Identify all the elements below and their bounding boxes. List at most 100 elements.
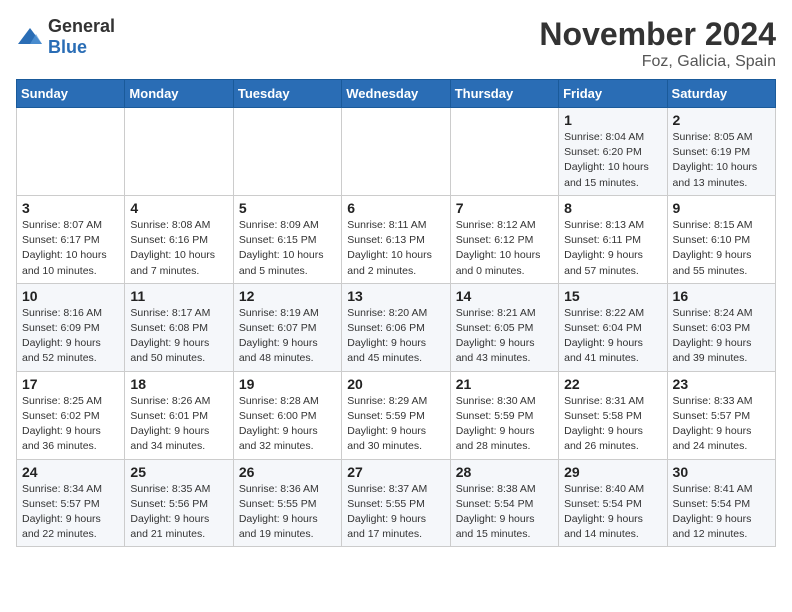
day-number: 13 bbox=[347, 288, 444, 304]
calendar-day-cell: 15 Sunrise: 8:22 AM Sunset: 6:04 PM Dayli… bbox=[559, 283, 667, 371]
day-info: Sunrise: 8:28 AM Sunset: 6:00 PM Dayligh… bbox=[239, 394, 336, 455]
calendar-day-cell: 27Sunrise: 8:37 AM Sunset: 5:55 PM Dayli… bbox=[342, 459, 450, 547]
day-number: 30 bbox=[673, 464, 770, 480]
day-number: 15 bbox=[564, 288, 661, 304]
day-info: Sunrise: 8:16 AM Sunset: 6:09 PM Dayligh… bbox=[22, 306, 119, 367]
calendar-table: SundayMondayTuesdayWednesdayThursdayFrid… bbox=[16, 79, 776, 547]
calendar-header-row: SundayMondayTuesdayWednesdayThursdayFrid… bbox=[17, 80, 776, 108]
day-number: 6 bbox=[347, 200, 444, 216]
calendar-day-cell: 9 Sunrise: 8:15 AM Sunset: 6:10 PM Daylig… bbox=[667, 195, 775, 283]
day-number: 12 bbox=[239, 288, 336, 304]
calendar-day-cell: 28Sunrise: 8:38 AM Sunset: 5:54 PM Dayli… bbox=[450, 459, 558, 547]
day-number: 25 bbox=[130, 464, 227, 480]
calendar-day-cell: 22 Sunrise: 8:31 AM Sunset: 5:58 PM Dayli… bbox=[559, 371, 667, 459]
calendar-day-cell: 12 Sunrise: 8:19 AM Sunset: 6:07 PM Dayli… bbox=[233, 283, 341, 371]
day-number: 10 bbox=[22, 288, 119, 304]
calendar-day-cell: 7Sunrise: 8:12 AM Sunset: 6:12 PM Daylig… bbox=[450, 195, 558, 283]
calendar-day-cell: 19 Sunrise: 8:28 AM Sunset: 6:00 PM Dayli… bbox=[233, 371, 341, 459]
calendar-day-cell: 13 Sunrise: 8:20 AM Sunset: 6:06 PM Dayli… bbox=[342, 283, 450, 371]
calendar-day-cell bbox=[450, 108, 558, 196]
calendar-day-cell: 26 Sunrise: 8:36 AM Sunset: 5:55 PM Dayli… bbox=[233, 459, 341, 547]
calendar-week-row: 24 Sunrise: 8:34 AM Sunset: 5:57 PM Dayli… bbox=[17, 459, 776, 547]
calendar-day-cell: 11Sunrise: 8:17 AM Sunset: 6:08 PM Dayli… bbox=[125, 283, 233, 371]
page-header: General Blue November 2024 Foz, Galicia,… bbox=[16, 16, 776, 71]
day-number: 3 bbox=[22, 200, 119, 216]
page-title: November 2024 bbox=[539, 16, 776, 53]
day-header-friday: Friday bbox=[559, 80, 667, 108]
day-info: Sunrise: 8:24 AM Sunset: 6:03 PM Dayligh… bbox=[673, 306, 770, 367]
day-info: Sunrise: 8:41 AM Sunset: 5:54 PM Dayligh… bbox=[673, 482, 770, 543]
day-info: Sunrise: 8:20 AM Sunset: 6:06 PM Dayligh… bbox=[347, 306, 444, 367]
calendar-day-cell bbox=[342, 108, 450, 196]
calendar-day-cell: 8 Sunrise: 8:13 AM Sunset: 6:11 PM Daylig… bbox=[559, 195, 667, 283]
calendar-day-cell: 23 Sunrise: 8:33 AM Sunset: 5:57 PM Dayli… bbox=[667, 371, 775, 459]
day-number: 29 bbox=[564, 464, 661, 480]
day-number: 14 bbox=[456, 288, 553, 304]
day-info: Sunrise: 8:12 AM Sunset: 6:12 PM Dayligh… bbox=[456, 218, 553, 279]
day-info: Sunrise: 8:13 AM Sunset: 6:11 PM Dayligh… bbox=[564, 218, 661, 279]
calendar-week-row: 3 Sunrise: 8:07 AM Sunset: 6:17 PM Daylig… bbox=[17, 195, 776, 283]
calendar-day-cell: 21 Sunrise: 8:30 AM Sunset: 5:59 PM Dayli… bbox=[450, 371, 558, 459]
day-header-sunday: Sunday bbox=[17, 80, 125, 108]
day-info: Sunrise: 8:19 AM Sunset: 6:07 PM Dayligh… bbox=[239, 306, 336, 367]
day-info: Sunrise: 8:11 AM Sunset: 6:13 PM Dayligh… bbox=[347, 218, 444, 279]
day-number: 9 bbox=[673, 200, 770, 216]
day-number: 1 bbox=[564, 112, 661, 128]
day-info: Sunrise: 8:35 AM Sunset: 5:56 PM Dayligh… bbox=[130, 482, 227, 543]
day-info: Sunrise: 8:04 AM Sunset: 6:20 PM Dayligh… bbox=[564, 130, 661, 191]
day-info: Sunrise: 8:05 AM Sunset: 6:19 PM Dayligh… bbox=[673, 130, 770, 191]
day-info: Sunrise: 8:33 AM Sunset: 5:57 PM Dayligh… bbox=[673, 394, 770, 455]
day-info: Sunrise: 8:21 AM Sunset: 6:05 PM Dayligh… bbox=[456, 306, 553, 367]
day-number: 26 bbox=[239, 464, 336, 480]
day-number: 20 bbox=[347, 376, 444, 392]
calendar-day-cell: 2 Sunrise: 8:05 AM Sunset: 6:19 PM Daylig… bbox=[667, 108, 775, 196]
day-info: Sunrise: 8:31 AM Sunset: 5:58 PM Dayligh… bbox=[564, 394, 661, 455]
day-info: Sunrise: 8:15 AM Sunset: 6:10 PM Dayligh… bbox=[673, 218, 770, 279]
day-info: Sunrise: 8:38 AM Sunset: 5:54 PM Dayligh… bbox=[456, 482, 553, 543]
day-info: Sunrise: 8:36 AM Sunset: 5:55 PM Dayligh… bbox=[239, 482, 336, 543]
day-number: 24 bbox=[22, 464, 119, 480]
calendar-day-cell bbox=[125, 108, 233, 196]
page-location: Foz, Galicia, Spain bbox=[539, 53, 776, 71]
day-header-wednesday: Wednesday bbox=[342, 80, 450, 108]
calendar-day-cell: 20 Sunrise: 8:29 AM Sunset: 5:59 PM Dayli… bbox=[342, 371, 450, 459]
day-number: 21 bbox=[456, 376, 553, 392]
day-number: 17 bbox=[22, 376, 119, 392]
calendar-day-cell: 6 Sunrise: 8:11 AM Sunset: 6:13 PM Daylig… bbox=[342, 195, 450, 283]
day-number: 19 bbox=[239, 376, 336, 392]
day-info: Sunrise: 8:40 AM Sunset: 5:54 PM Dayligh… bbox=[564, 482, 661, 543]
day-info: Sunrise: 8:26 AM Sunset: 6:01 PM Dayligh… bbox=[130, 394, 227, 455]
title-block: November 2024 Foz, Galicia, Spain bbox=[539, 16, 776, 71]
day-number: 22 bbox=[564, 376, 661, 392]
calendar-day-cell: 29 Sunrise: 8:40 AM Sunset: 5:54 PM Dayli… bbox=[559, 459, 667, 547]
calendar-week-row: 1 Sunrise: 8:04 AM Sunset: 6:20 PM Daylig… bbox=[17, 108, 776, 196]
calendar-day-cell: 30 Sunrise: 8:41 AM Sunset: 5:54 PM Dayli… bbox=[667, 459, 775, 547]
calendar-day-cell: 16Sunrise: 8:24 AM Sunset: 6:03 PM Dayli… bbox=[667, 283, 775, 371]
day-number: 4 bbox=[130, 200, 227, 216]
calendar-day-cell: 10 Sunrise: 8:16 AM Sunset: 6:09 PM Dayli… bbox=[17, 283, 125, 371]
calendar-day-cell: 5Sunrise: 8:09 AM Sunset: 6:15 PM Daylig… bbox=[233, 195, 341, 283]
calendar-day-cell bbox=[233, 108, 341, 196]
logo: General Blue bbox=[16, 16, 115, 58]
calendar-day-cell: 14 Sunrise: 8:21 AM Sunset: 6:05 PM Dayli… bbox=[450, 283, 558, 371]
logo-blue: Blue bbox=[48, 37, 87, 57]
calendar-day-cell: 24 Sunrise: 8:34 AM Sunset: 5:57 PM Dayli… bbox=[17, 459, 125, 547]
day-info: Sunrise: 8:25 AM Sunset: 6:02 PM Dayligh… bbox=[22, 394, 119, 455]
day-info: Sunrise: 8:08 AM Sunset: 6:16 PM Dayligh… bbox=[130, 218, 227, 279]
calendar-week-row: 17 Sunrise: 8:25 AM Sunset: 6:02 PM Dayli… bbox=[17, 371, 776, 459]
day-number: 27 bbox=[347, 464, 444, 480]
day-info: Sunrise: 8:07 AM Sunset: 6:17 PM Dayligh… bbox=[22, 218, 119, 279]
day-info: Sunrise: 8:34 AM Sunset: 5:57 PM Dayligh… bbox=[22, 482, 119, 543]
day-info: Sunrise: 8:30 AM Sunset: 5:59 PM Dayligh… bbox=[456, 394, 553, 455]
day-info: Sunrise: 8:17 AM Sunset: 6:08 PM Dayligh… bbox=[130, 306, 227, 367]
day-number: 2 bbox=[673, 112, 770, 128]
logo-general: General bbox=[48, 16, 115, 36]
day-number: 23 bbox=[673, 376, 770, 392]
day-info: Sunrise: 8:22 AM Sunset: 6:04 PM Dayligh… bbox=[564, 306, 661, 367]
day-info: Sunrise: 8:29 AM Sunset: 5:59 PM Dayligh… bbox=[347, 394, 444, 455]
calendar-day-cell: 4 Sunrise: 8:08 AM Sunset: 6:16 PM Daylig… bbox=[125, 195, 233, 283]
day-header-saturday: Saturday bbox=[667, 80, 775, 108]
day-number: 8 bbox=[564, 200, 661, 216]
day-number: 5 bbox=[239, 200, 336, 216]
day-header-tuesday: Tuesday bbox=[233, 80, 341, 108]
